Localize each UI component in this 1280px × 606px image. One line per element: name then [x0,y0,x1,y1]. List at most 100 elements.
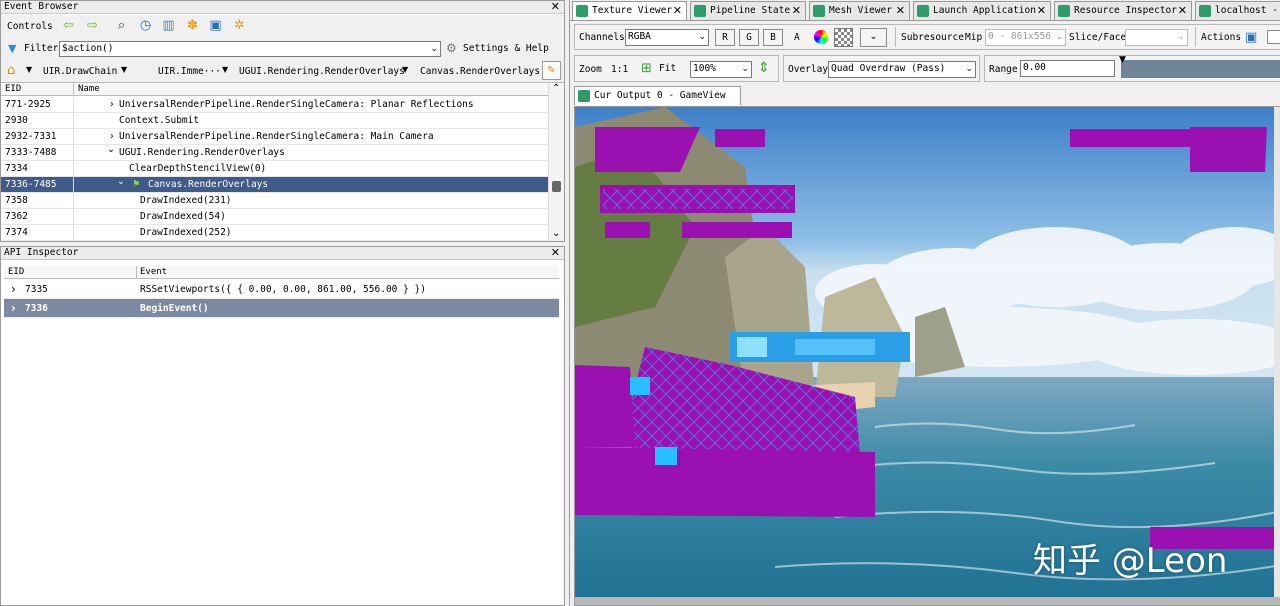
tree-row[interactable]: 7334 ClearDepthStencilView(0) [1,161,548,177]
column-divider [73,83,74,96]
tab-mesh-viewer[interactable]: Mesh Viewer ✕ [809,1,910,20]
column-event[interactable]: Event [140,266,167,278]
column-name[interactable]: Name [78,83,100,95]
collapse-chevron-icon[interactable]: ⌄ [117,174,125,189]
scroll-down-icon[interactable]: ⌄ [552,228,560,239]
save-texture-icon[interactable]: ▣ [1245,30,1257,45]
tree-row[interactable]: 7358 DrawIndexed(231) [1,193,548,209]
breadcrumb-item-3[interactable]: UGUI.Rendering.RenderOverlays [239,66,405,77]
checkerboard-icon[interactable] [834,28,853,47]
tab-localhost[interactable]: localhost - [ [1195,1,1280,20]
channel-b-toggle[interactable]: B [763,29,783,46]
close-icon[interactable]: ✕ [673,2,682,20]
api-row-selected[interactable]: › 7336 BeginEvent() [4,299,559,318]
binoculars-icon[interactable]: ⌕ [114,18,129,33]
scroll-up-icon[interactable]: ⌃ [552,83,560,94]
close-icon[interactable]: ✕ [551,1,560,13]
tree-row[interactable]: 7374 DrawIndexed(252) [1,225,548,241]
channels-select[interactable]: RGBA ⌄ [625,29,709,46]
chevron-down-icon[interactable]: ▼ [26,65,32,74]
expand-chevron-icon[interactable]: › [11,280,16,299]
breadcrumb-item-4[interactable]: Canvas.RenderOverlays [420,66,540,77]
range-min-input[interactable]: 0.00 [1020,60,1115,77]
tab-texture-viewer[interactable]: Texture Viewer ✕ [572,1,687,20]
overlay-select-value: Quad Overdraw (Pass) [831,63,946,74]
chevron-down-icon[interactable]: ▼ [121,65,127,74]
api-table-header: EID Event [4,266,559,279]
tab-app-icon [917,5,929,17]
channels-select-value: RGBA [628,31,651,42]
tree-row[interactable]: 7362 DrawIndexed(54) [1,209,548,225]
fit-button[interactable]: Fit [659,63,676,74]
column-eid[interactable]: EID [8,266,24,278]
scroll-thumb[interactable] [552,181,561,192]
close-icon[interactable]: ✕ [1037,2,1046,20]
breadcrumb-item-2[interactable]: UIR.Imme··· [158,66,221,77]
back-arrow-icon[interactable]: ⇦ [61,18,76,33]
row-eid: 7358 [5,195,28,206]
chevron-down-icon[interactable]: ⌄ [430,42,438,56]
bookmark-bars-icon[interactable]: ▥ [161,18,176,33]
flip-y-toggle[interactable]: ⌄ [860,28,887,47]
tab-label: Pipeline State [710,5,791,16]
chevron-down-icon[interactable]: ⌄ [965,62,973,76]
flip-vertical-icon[interactable]: ⇕ [758,60,770,76]
channel-r-toggle[interactable]: R [715,29,735,46]
texture-canvas[interactable]: 知乎 @Leon [574,106,1280,606]
close-icon[interactable]: ✕ [1178,2,1187,20]
tab-pipeline-state[interactable]: Pipeline State ✕ [690,1,806,20]
gear-icon[interactable]: ⚙ [446,41,457,55]
filter-input[interactable]: $action() ⌄ [59,41,441,57]
edit-icon[interactable]: ✎ [542,61,561,80]
close-icon[interactable]: ✕ [792,2,801,20]
tree-row[interactable]: 771-2925 › UniversalRenderPipeline.Rende… [1,97,548,113]
chevron-down-icon[interactable]: ⌄ [741,62,749,76]
clock-icon[interactable]: ◷ [138,18,153,33]
tab-app-icon [576,5,588,17]
chevron-down-icon[interactable]: ▼ [222,65,228,74]
tab-cur-output[interactable]: Cur Output 0 - GameView RT [574,86,741,119]
tree-row[interactable]: 7333-7488 ⌄ UGUI.Rendering.RenderOverlay… [1,142,548,161]
tab-launch-application[interactable]: Launch Application ✕ [913,1,1051,20]
close-icon[interactable]: ✕ [896,2,905,20]
home-icon[interactable]: ⌂ [7,63,15,78]
collapse-chevron-icon[interactable]: ⌄ [107,142,115,157]
forward-arrow-icon[interactable]: ⇨ [85,18,100,33]
breadcrumb-item-1[interactable]: UIR.DrawChain [43,66,117,77]
range-handle-icon[interactable]: ▼ [1119,55,1126,65]
range-histogram-slider[interactable]: ▼ [1119,55,1280,78]
tab-resource-inspector[interactable]: Resource Inspector ✕ [1054,1,1192,20]
tree-row-selected[interactable]: 7336-7485 ⌄ ⚑ Canvas.RenderOverlays [1,174,548,193]
zoom-select[interactable]: 100% ⌄ [690,61,752,78]
goto-location-icon[interactable] [1267,30,1280,44]
settings-help-button[interactable]: Settings & Help [463,43,549,54]
canvas-vertical-scrollbar[interactable] [1274,107,1280,597]
zoom-1to1-button[interactable]: 1:1 [611,64,628,75]
chevron-down-icon[interactable]: ▼ [402,65,408,74]
row-name: UGUI.Rendering.RenderOverlays [119,147,285,158]
api-inspector-panel: API Inspector ✕ EID Event › 7335 RSSetVie… [0,246,565,606]
column-eid[interactable]: EID [5,83,21,95]
tree-row[interactable]: 2932-7331 › UniversalRenderPipeline.Rend… [1,129,548,145]
color-wheel-icon[interactable] [814,30,828,44]
api-row[interactable]: › 7335 RSSetViewports({ { 0.00, 0.00, 86… [4,280,559,299]
channel-a-toggle[interactable]: A [794,32,800,43]
expand-chevron-icon[interactable]: › [110,97,114,112]
puzzle-icon[interactable]: ✲ [232,18,247,33]
expand-chevron-icon[interactable]: › [11,299,16,318]
close-icon[interactable]: ✕ [551,247,560,259]
toolbar-divider [1195,27,1196,47]
column-divider [136,266,137,279]
tree-vertical-scrollbar[interactable]: ⌃ ⌄ [548,83,564,241]
filter-label: Filter [24,43,59,54]
chevron-down-icon[interactable]: ⌄ [698,30,706,44]
fit-icon[interactable]: ⊞ [641,61,652,76]
overlay-select[interactable]: Quad Overdraw (Pass) ⌄ [828,61,976,78]
channel-g-toggle[interactable]: G [739,29,759,46]
tree-row[interactable]: 2930 Context.Submit [1,113,548,129]
settings-gear-icon[interactable]: ✽ [185,18,200,33]
tree-guides [73,97,74,241]
tab-app-icon [578,90,590,102]
row-name: ClearDepthStencilView(0) [129,163,267,174]
save-icon[interactable]: ▣ [208,18,223,33]
